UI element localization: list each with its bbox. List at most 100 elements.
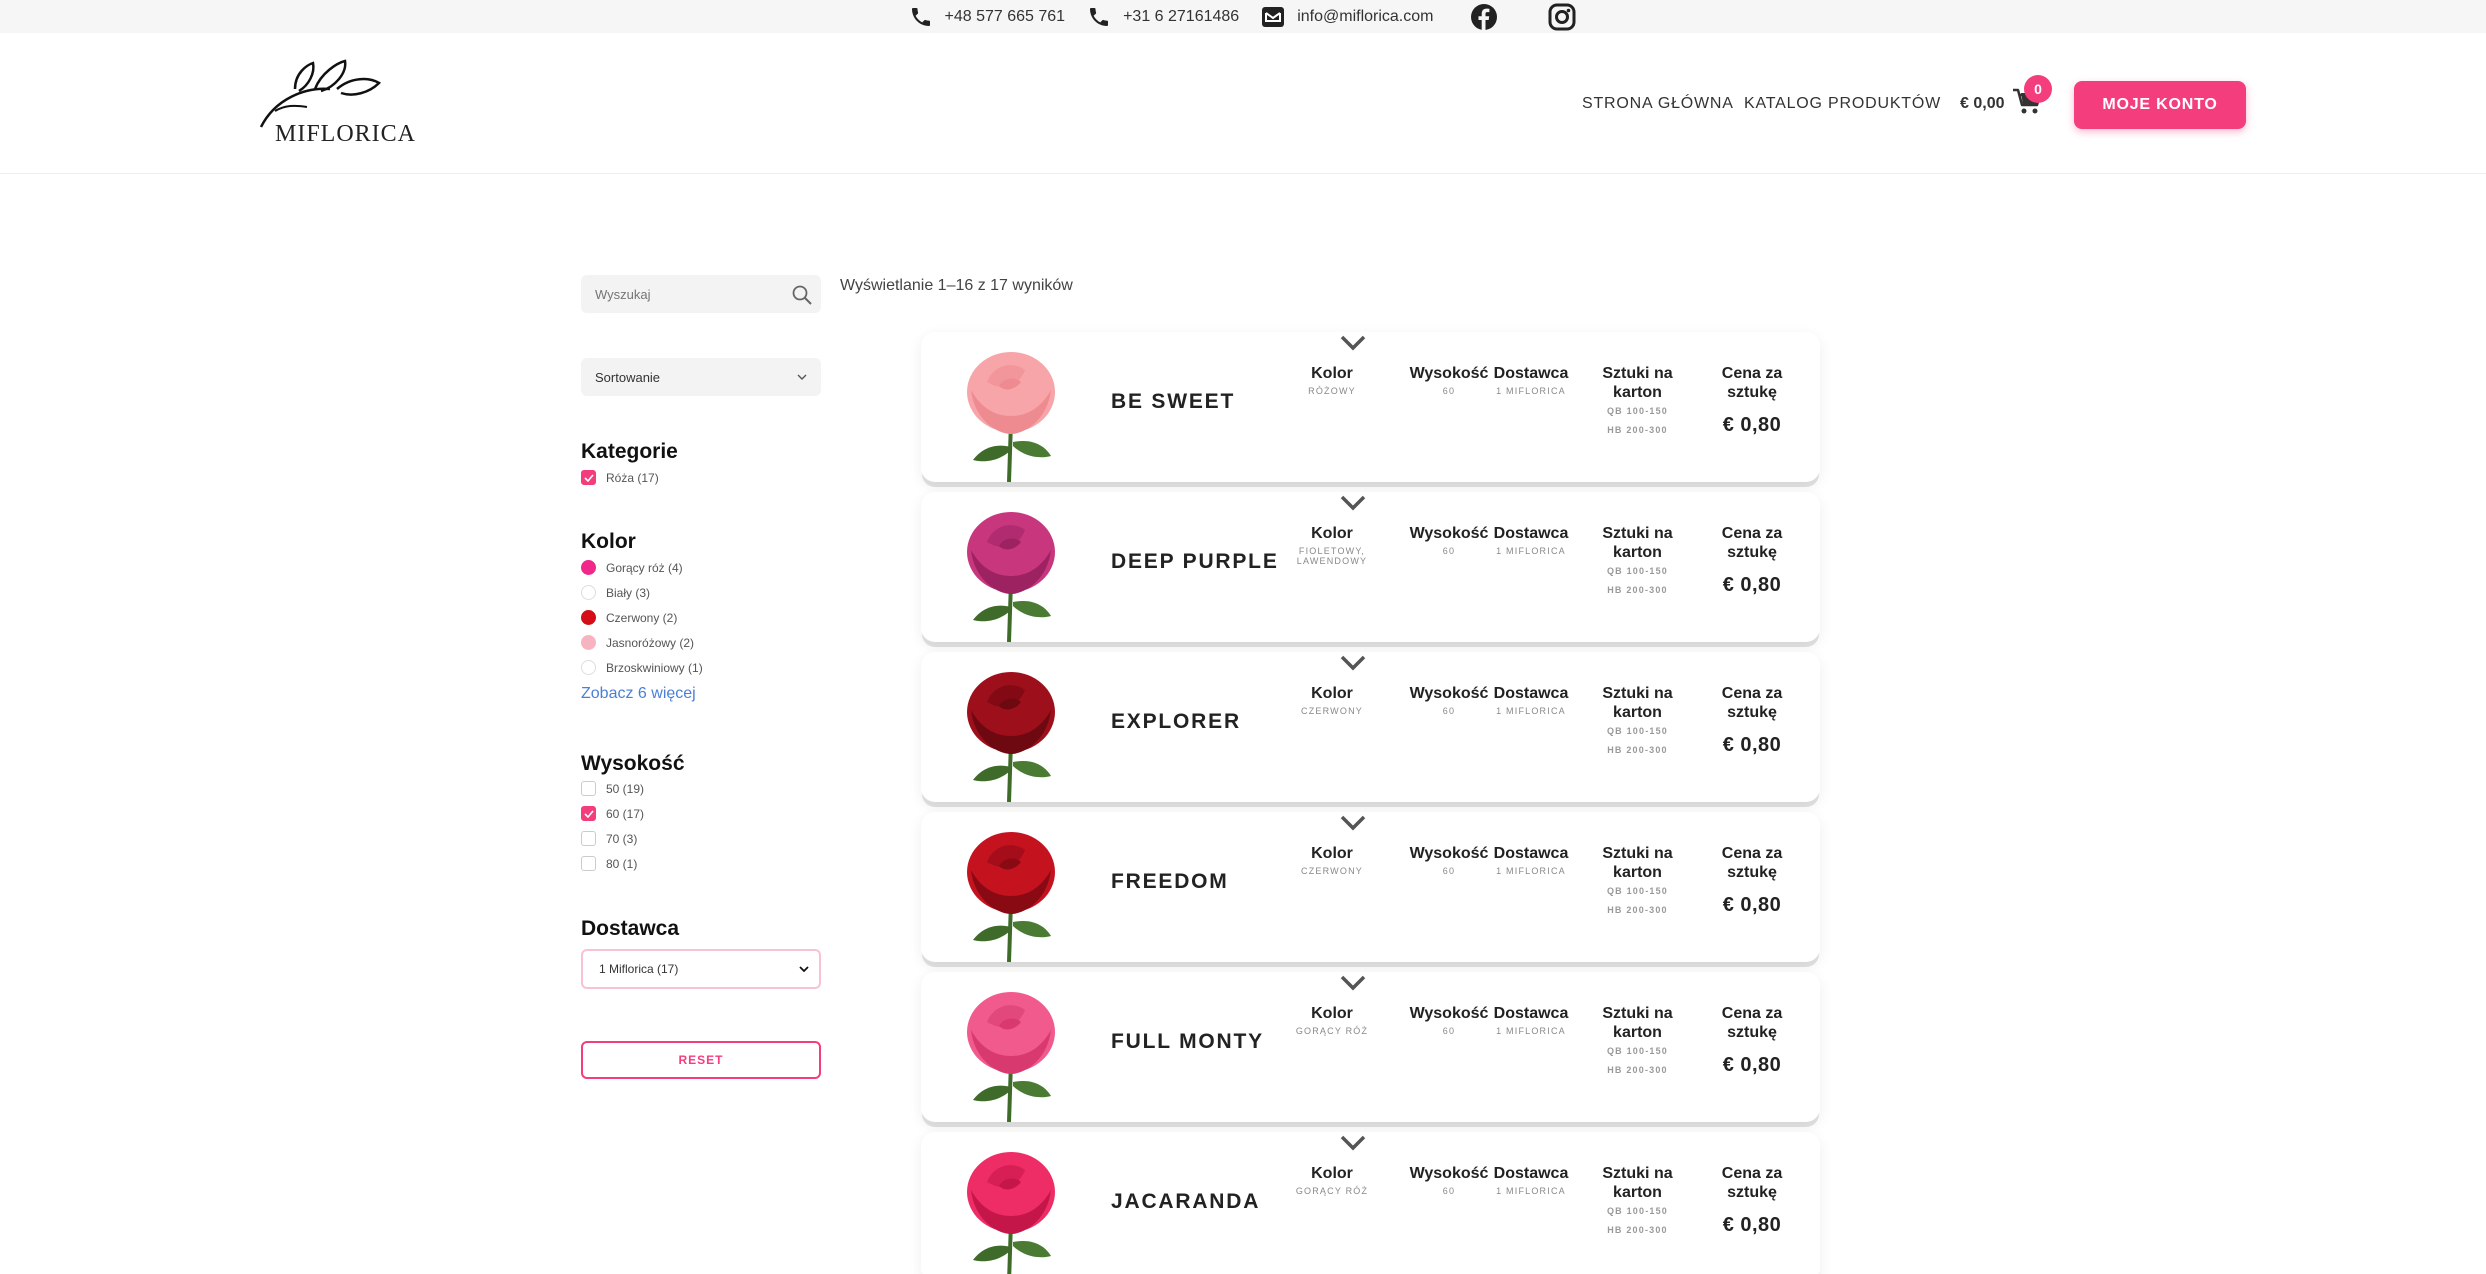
color-swatch[interactable] bbox=[581, 635, 596, 650]
product-name[interactable]: BE SWEET bbox=[1111, 390, 1235, 414]
color-option[interactable]: Gorący róż (4) bbox=[581, 560, 683, 575]
price-column-label: Cena za sztukę bbox=[1721, 1165, 1783, 1201]
qb-value: QB 100-150 bbox=[1606, 406, 1669, 416]
see-more-colors-link[interactable]: Zobacz 6 więcej bbox=[581, 685, 696, 703]
product-card[interactable]: JACARANDA Kolor GORĄCY RÓŻ Wysokość 60 D… bbox=[921, 1132, 1820, 1274]
search-icon[interactable] bbox=[791, 284, 813, 306]
supplier-column-label: Dostawca bbox=[1493, 1165, 1569, 1182]
rose-image[interactable] bbox=[941, 502, 1081, 642]
supplier-column-label: Dostawca bbox=[1493, 525, 1569, 542]
instagram-link[interactable] bbox=[1547, 2, 1577, 32]
rose-image[interactable] bbox=[941, 342, 1081, 482]
color-label: Czerwony (2) bbox=[606, 610, 678, 625]
color-label: Gorący róż (4) bbox=[606, 560, 683, 575]
product-name[interactable]: DEEP PURPLE bbox=[1111, 550, 1279, 574]
sort-select[interactable]: Sortowanie bbox=[581, 358, 821, 396]
qb-value: QB 100-150 bbox=[1606, 886, 1669, 896]
height-column-label: Wysokość bbox=[1409, 1165, 1489, 1182]
pieces-column-label: Sztuki na karton bbox=[1602, 525, 1673, 561]
product-name[interactable]: FULL MONTY bbox=[1111, 1030, 1264, 1054]
hb-value: HB 200-300 bbox=[1607, 745, 1668, 755]
contact-phone-2[interactable]: +31 6 27161486 bbox=[1087, 5, 1239, 29]
category-option[interactable]: Róża (17) bbox=[581, 470, 659, 485]
color-swatch[interactable] bbox=[581, 560, 596, 575]
my-account-button[interactable]: MOJE KONTO bbox=[2074, 81, 2246, 129]
height-option[interactable]: 70 (3) bbox=[581, 831, 637, 846]
chevron-down-icon[interactable] bbox=[1339, 654, 1367, 672]
supplier-value: 1 MIFLORICA bbox=[1496, 866, 1566, 876]
height-option[interactable]: 80 (1) bbox=[581, 856, 637, 871]
height-column-label: Wysokość bbox=[1409, 685, 1489, 702]
product-card[interactable]: BE SWEET Kolor RÓŻOWY Wysokość 60 Dostaw… bbox=[921, 332, 1820, 482]
rose-image[interactable] bbox=[941, 982, 1081, 1122]
supplier-value: 1 MIFLORICA bbox=[1496, 1186, 1566, 1196]
rose-image[interactable] bbox=[941, 662, 1081, 802]
product-card[interactable]: FULL MONTY Kolor GORĄCY RÓŻ Wysokość 60 … bbox=[921, 972, 1820, 1122]
color-column-label: Kolor bbox=[1311, 1005, 1353, 1022]
color-column: Kolor FIOLETOWY, LAWENDOWY bbox=[1287, 524, 1377, 566]
price-column-label: Cena za sztukę bbox=[1721, 365, 1783, 401]
color-value: GORĄCY RÓŻ bbox=[1295, 1026, 1369, 1036]
product-name[interactable]: FREEDOM bbox=[1111, 870, 1229, 894]
checkbox[interactable] bbox=[581, 781, 596, 796]
hb-value: HB 200-300 bbox=[1607, 585, 1668, 595]
height-option[interactable]: 60 (17) bbox=[581, 806, 644, 821]
pieces-column-label: Sztuki na karton bbox=[1602, 1005, 1673, 1041]
product-card[interactable]: FREEDOM Kolor CZERWONY Wysokość 60 Dosta… bbox=[921, 812, 1820, 962]
height-label: 60 (17) bbox=[606, 806, 645, 821]
color-column: Kolor CZERWONY bbox=[1287, 844, 1377, 876]
supplier-select[interactable]: 1 Miflorica (17) bbox=[581, 949, 821, 989]
color-option[interactable]: Biały (3) bbox=[581, 585, 650, 600]
color-option[interactable]: Jasnoróżowy (2) bbox=[581, 635, 694, 650]
reset-filters-button[interactable]: RESET bbox=[581, 1041, 821, 1079]
color-swatch[interactable] bbox=[581, 610, 596, 625]
checkbox-checked[interactable] bbox=[581, 470, 596, 485]
height-value: 60 bbox=[1442, 706, 1456, 716]
color-column: Kolor GORĄCY RÓŻ bbox=[1287, 1004, 1377, 1036]
checkbox[interactable] bbox=[581, 856, 596, 871]
product-card[interactable]: DEEP PURPLE Kolor FIOLETOWY, LAWENDOWY W… bbox=[921, 492, 1820, 642]
miflorica-logo[interactable]: MIFLORICA bbox=[255, 59, 415, 154]
height-label: 70 (3) bbox=[606, 831, 638, 846]
contact-bar: +48 577 665 761 +31 6 27161486 info@mifl… bbox=[0, 0, 2486, 33]
price-column: Cena za sztukę € 0,80 bbox=[1707, 1004, 1797, 1077]
color-value: GORĄCY RÓŻ bbox=[1295, 1186, 1369, 1196]
chevron-down-icon[interactable] bbox=[1339, 494, 1367, 512]
chevron-down-icon[interactable] bbox=[1339, 814, 1367, 832]
color-column-label: Kolor bbox=[1311, 1165, 1353, 1182]
instagram-icon bbox=[1548, 3, 1576, 30]
supplier-column: Dostawca 1 MIFLORICA bbox=[1491, 524, 1571, 556]
cart-total[interactable]: € 0,00 bbox=[1960, 95, 2004, 113]
nav-home-link[interactable]: STRONA GŁÓWNA bbox=[1582, 95, 1734, 113]
search-input[interactable] bbox=[581, 275, 781, 313]
color-option[interactable]: Czerwony (2) bbox=[581, 610, 677, 625]
hb-value: HB 200-300 bbox=[1607, 425, 1668, 435]
pieces-column-label: Sztuki na karton bbox=[1602, 365, 1673, 401]
product-name[interactable]: JACARANDA bbox=[1111, 1190, 1260, 1214]
checkbox[interactable] bbox=[581, 831, 596, 846]
rose-image[interactable] bbox=[941, 1142, 1081, 1274]
chevron-down-icon[interactable] bbox=[1339, 334, 1367, 352]
contact-email[interactable]: info@miflorica.com bbox=[1261, 5, 1433, 29]
color-option[interactable]: Brzoskwiniowy (1) bbox=[581, 660, 703, 675]
height-column-label: Wysokość bbox=[1409, 365, 1489, 382]
contact-phone-1[interactable]: +48 577 665 761 bbox=[909, 5, 1065, 29]
qb-value: QB 100-150 bbox=[1606, 1046, 1669, 1056]
pieces-column: Sztuki na karton QB 100-150 HB 200-300 bbox=[1585, 364, 1690, 435]
email-text: info@miflorica.com bbox=[1297, 7, 1434, 25]
chevron-down-icon[interactable] bbox=[1339, 1134, 1367, 1152]
nav-catalog-link[interactable]: KATALOG PRODUKTÓW bbox=[1744, 95, 1941, 113]
price-column: Cena za sztukę € 0,80 bbox=[1707, 844, 1797, 917]
checkbox-checked[interactable] bbox=[581, 806, 596, 821]
phone-icon bbox=[911, 7, 930, 26]
color-swatch[interactable] bbox=[581, 660, 596, 675]
chevron-down-icon[interactable] bbox=[1339, 974, 1367, 992]
supplier-selected-value: 1 Miflorica (17) bbox=[599, 962, 679, 976]
supplier-column-label: Dostawca bbox=[1493, 365, 1569, 382]
product-name[interactable]: EXPLORER bbox=[1111, 710, 1241, 734]
color-swatch[interactable] bbox=[581, 585, 596, 600]
facebook-link[interactable] bbox=[1469, 2, 1499, 32]
height-option[interactable]: 50 (19) bbox=[581, 781, 644, 796]
rose-image[interactable] bbox=[941, 822, 1081, 962]
product-card[interactable]: EXPLORER Kolor CZERWONY Wysokość 60 Dost… bbox=[921, 652, 1820, 802]
